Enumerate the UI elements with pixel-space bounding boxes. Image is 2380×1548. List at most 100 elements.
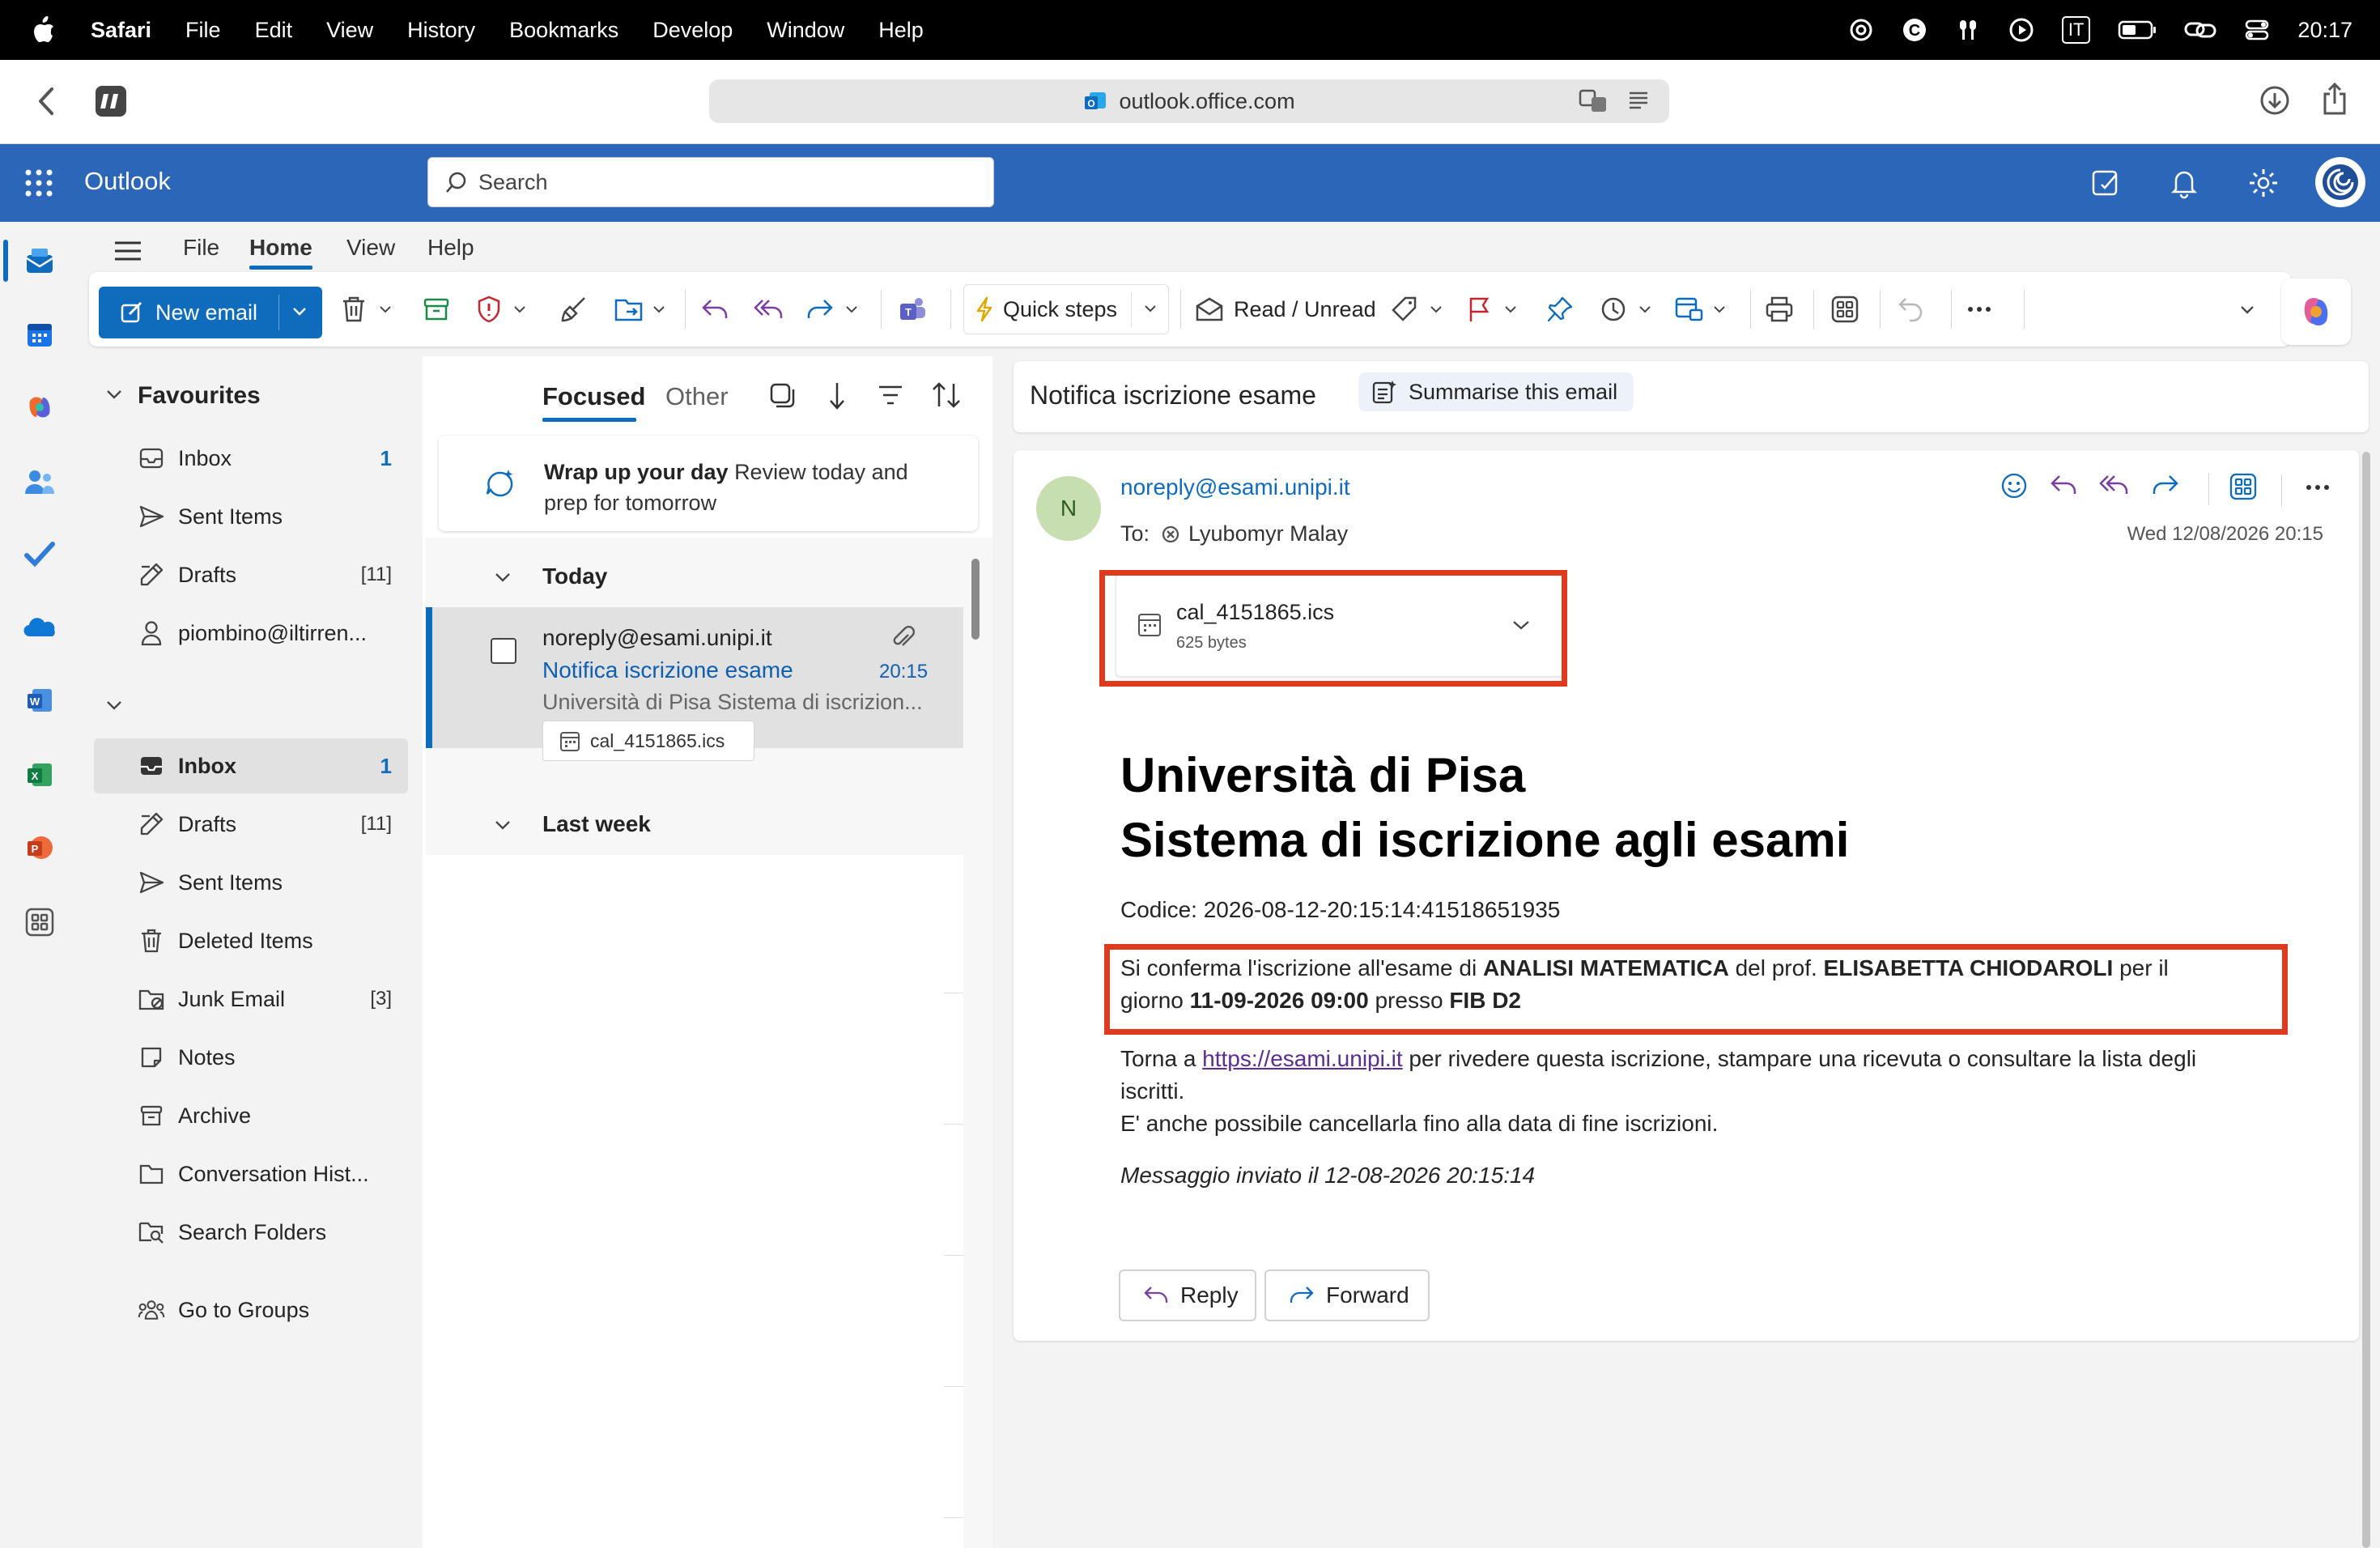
filter-icon[interactable] <box>878 384 903 406</box>
emoji-reaction-icon[interactable] <box>2000 471 2029 500</box>
quick-steps-button[interactable]: Quick steps <box>963 284 1169 334</box>
group-last-week[interactable]: Last week <box>542 811 651 837</box>
word-app-icon[interactable]: W <box>21 682 58 719</box>
menu-safari[interactable]: Safari <box>91 18 151 43</box>
message-checkbox[interactable] <box>491 638 516 664</box>
clock-time[interactable]: 20:17 <box>2297 18 2352 43</box>
airpods-icon[interactable] <box>1955 17 1981 43</box>
tab-other[interactable]: Other <box>665 382 729 411</box>
menu-bookmarks[interactable]: Bookmarks <box>509 18 618 43</box>
play-icon[interactable] <box>2008 17 2034 43</box>
last-week-chevron-icon[interactable] <box>494 819 512 831</box>
reply-all-icon[interactable] <box>2098 473 2131 497</box>
tab-view[interactable]: View <box>346 235 395 261</box>
forward-button[interactable] <box>805 272 858 347</box>
folder-deleted-items[interactable]: Deleted Items <box>94 913 408 968</box>
battery-icon[interactable] <box>2118 19 2157 40</box>
more-actions-icon[interactable] <box>2306 484 2330 491</box>
apps-icon[interactable] <box>2229 473 2257 500</box>
go-to-groups[interactable]: Go to Groups <box>94 1282 408 1337</box>
folder-search-folders[interactable]: Search Folders <box>94 1205 408 1260</box>
folder-sent-items[interactable]: Sent Items <box>94 855 408 910</box>
link-icon[interactable] <box>2184 19 2216 41</box>
folder-archive[interactable]: Archive <box>94 1088 408 1143</box>
back-chevron-icon[interactable] <box>36 86 55 117</box>
folder-notes[interactable]: Notes <box>94 1030 408 1085</box>
forward-chevron-icon[interactable] <box>845 305 858 313</box>
delete-chevron-icon[interactable] <box>379 305 392 313</box>
new-email-chevron-icon[interactable] <box>291 306 308 317</box>
new-email-button[interactable]: New email <box>99 287 322 338</box>
esami-link[interactable]: https://esami.unipi.it <box>1202 1046 1402 1071</box>
sort-icon[interactable] <box>931 381 962 410</box>
move-chevron-icon[interactable] <box>652 305 665 313</box>
sweep-button[interactable] <box>560 272 588 347</box>
reader-icon[interactable] <box>1627 89 1650 113</box>
chatgpt-icon[interactable] <box>1848 17 1874 43</box>
share-icon[interactable] <box>2320 81 2349 117</box>
forward-button-bottom[interactable]: Forward <box>1264 1269 1430 1321</box>
app-title[interactable]: Outlook <box>84 167 171 196</box>
menu-file[interactable]: File <box>185 18 221 43</box>
apps-button[interactable] <box>1831 272 1859 347</box>
input-source-indicator[interactable]: IT <box>2061 16 2091 44</box>
fav-folder-inbox[interactable]: Inbox 1 <box>94 431 408 486</box>
group-today[interactable]: Today <box>542 563 607 589</box>
menu-develop[interactable]: Develop <box>652 18 733 43</box>
search-input[interactable]: Search <box>427 157 994 207</box>
summarise-button[interactable]: Summarise this email <box>1358 372 1634 411</box>
account-avatar[interactable] <box>2315 157 2365 207</box>
flag-chevron-icon[interactable] <box>1504 305 1517 313</box>
sender-avatar[interactable]: N <box>1036 476 1101 541</box>
hamburger-menu-icon[interactable] <box>113 240 142 262</box>
settings-gear-icon[interactable] <box>2247 167 2280 199</box>
extension-icon[interactable] <box>94 84 128 118</box>
copilot-button[interactable] <box>2281 279 2351 345</box>
onedrive-app-icon[interactable] <box>21 609 58 646</box>
people-app-icon[interactable] <box>21 463 58 500</box>
folder-junk-email[interactable]: Junk Email [3] <box>94 972 408 1027</box>
fav-folder-piombino[interactable]: piombino@iltirren... <box>94 606 408 661</box>
message-list-scrollbar[interactable] <box>971 559 980 640</box>
print-button[interactable] <box>1765 272 1794 347</box>
fav-folder-drafts[interactable]: Drafts [11] <box>94 547 408 602</box>
favourites-collapse-chevron-icon[interactable] <box>105 389 123 400</box>
menu-history[interactable]: History <box>407 18 475 43</box>
more-options-button[interactable] <box>1967 272 1991 347</box>
tab-help[interactable]: Help <box>427 235 474 261</box>
folder-inbox[interactable]: Inbox 1 <box>94 738 408 793</box>
tab-focused[interactable]: Focused <box>542 382 645 411</box>
copilot-app-icon[interactable] <box>21 389 58 426</box>
control-center-icon[interactable] <box>2244 17 2270 43</box>
mail-app-icon[interactable] <box>21 243 58 280</box>
tab-file[interactable]: File <box>183 235 219 261</box>
calendar-app-icon[interactable] <box>21 316 58 353</box>
ribbon-expand-chevron-icon[interactable] <box>2239 272 2255 347</box>
message-item[interactable]: noreply@esami.unipi.it Notifica iscrizio… <box>426 607 963 761</box>
notes-pen-icon[interactable] <box>2090 167 2123 199</box>
c-app-icon[interactable]: C <box>1902 17 1927 43</box>
delete-button[interactable] <box>340 272 392 347</box>
reply-button[interactable] <box>701 272 730 347</box>
translate-icon[interactable] <box>1579 89 1608 113</box>
reply-icon[interactable] <box>2050 473 2079 497</box>
excel-app-icon[interactable]: X <box>21 756 58 793</box>
quick-steps-chevron-icon[interactable] <box>1144 304 1157 313</box>
folder-conversation-history[interactable]: Conversation Hist... <box>94 1146 408 1201</box>
app-launcher-icon[interactable] <box>24 168 53 198</box>
forward-icon[interactable] <box>2150 473 2179 497</box>
address-bar[interactable]: O outlook.office.com <box>709 79 1669 123</box>
archive-button[interactable] <box>423 272 450 347</box>
recipient-name[interactable]: Lyubomyr Malay <box>1188 521 1348 546</box>
report-button[interactable] <box>476 272 526 347</box>
bell-icon[interactable] <box>2170 167 2199 199</box>
rules-chevron-icon[interactable] <box>1713 305 1726 313</box>
reply-button-bottom[interactable]: Reply <box>1119 1269 1256 1321</box>
teams-share-button[interactable]: T <box>897 272 928 347</box>
account-collapse-chevron-icon[interactable] <box>105 700 123 711</box>
attachment-chip[interactable]: cal_4151865.ics <box>542 721 754 761</box>
snooze-button[interactable] <box>1600 272 1651 347</box>
report-chevron-icon[interactable] <box>513 305 526 313</box>
today-chevron-icon[interactable] <box>494 572 512 583</box>
reading-pane-scrollbar[interactable] <box>2362 452 2370 1548</box>
